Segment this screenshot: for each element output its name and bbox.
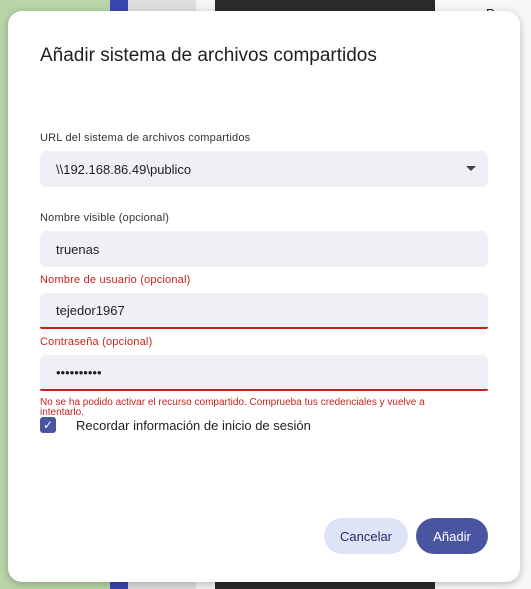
chevron-down-icon[interactable] [466, 166, 476, 171]
username-label: Nombre de usuario (opcional) [40, 274, 191, 286]
check-icon: ✓ [42, 418, 54, 432]
remember-label[interactable]: Recordar información de inicio de sesión [76, 418, 311, 433]
url-label: URL del sistema de archivos compartidos [40, 132, 251, 144]
url-combobox[interactable]: \\192.168.86.49\publico [40, 151, 488, 187]
error-message: No se ha podido activar el recurso compa… [40, 397, 425, 418]
username-value: tejedor1967 [56, 302, 125, 318]
display-name-input[interactable]: truenas [40, 231, 488, 267]
password-label: Contraseña (opcional) [40, 336, 153, 348]
display-name-label: Nombre visible (opcional) [40, 212, 170, 224]
dialog-title: Añadir sistema de archivos compartidos [40, 45, 377, 66]
url-value: \\192.168.86.49\publico [56, 161, 192, 177]
add-button[interactable]: Añadir [416, 518, 488, 554]
add-shared-folder-dialog: Añadir sistema de archivos compartidos U… [8, 11, 520, 582]
display-name-value: truenas [56, 241, 100, 257]
remember-checkbox[interactable]: ✓ [40, 417, 56, 433]
password-value: •••••••••• [56, 364, 102, 380]
password-input[interactable]: •••••••••• [40, 355, 488, 391]
username-input[interactable]: tejedor1967 [40, 293, 488, 329]
cancel-button[interactable]: Cancelar [324, 518, 408, 554]
